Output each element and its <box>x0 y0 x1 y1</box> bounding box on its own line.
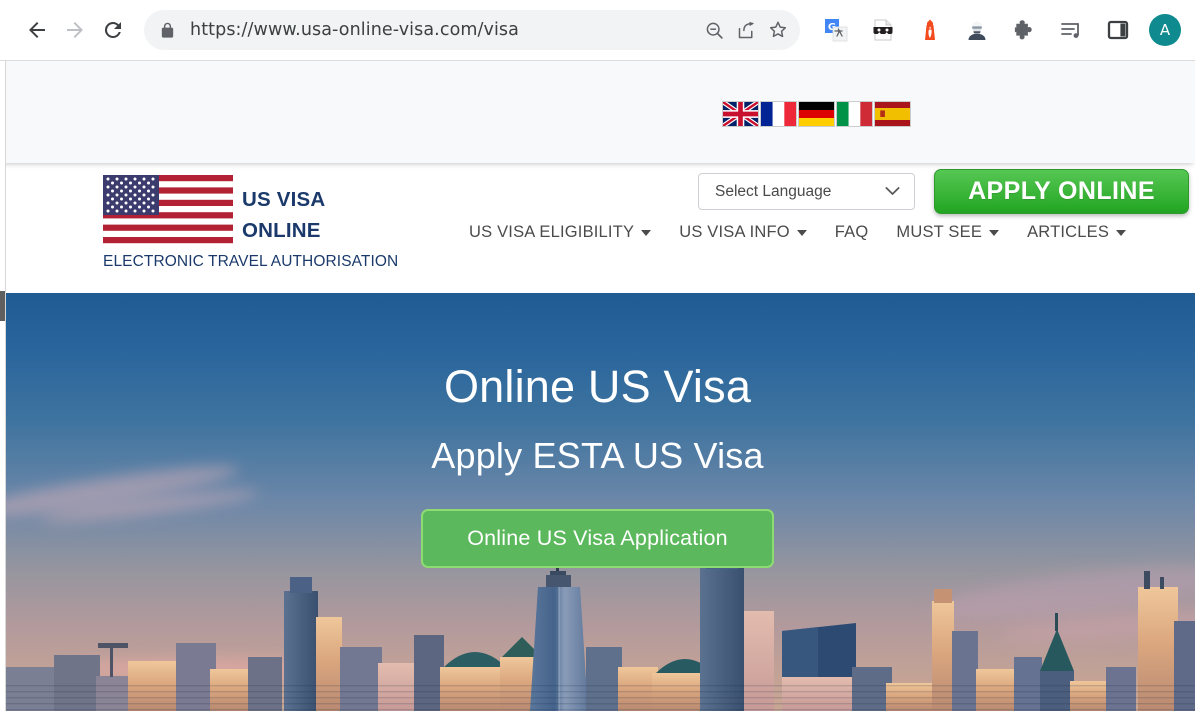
reading-list-music-icon[interactable] <box>1047 10 1094 50</box>
utility-bar: Select Language APPLY ONLINE <box>0 61 1195 214</box>
address-bar[interactable]: https://www.usa-online-visa.com/visa <box>144 10 800 50</box>
nav-label: US VISA INFO <box>679 223 790 241</box>
flag-spain[interactable] <box>874 101 911 127</box>
reload-button[interactable] <box>94 11 132 49</box>
language-select-value: Select Language <box>715 182 832 200</box>
us-flag-icon <box>103 175 233 251</box>
forward-button[interactable] <box>56 11 94 49</box>
flag-france[interactable] <box>760 101 797 127</box>
hero-subtitle: Apply ESTA US Visa <box>431 434 764 476</box>
flag-germany[interactable] <box>798 101 835 127</box>
chevron-down-icon <box>641 229 652 236</box>
chevron-down-icon <box>796 229 807 236</box>
nav-label: MUST SEE <box>896 223 983 241</box>
profile-avatar[interactable]: A <box>1149 14 1181 46</box>
chevron-down-icon <box>885 183 900 201</box>
flag-italy[interactable] <box>836 101 873 127</box>
nav-label: US VISA ELIGIBILITY <box>469 223 635 241</box>
brand-line-2: ONLINE <box>242 219 321 242</box>
nav-label: ARTICLES <box>1027 223 1110 241</box>
nav-item-us-visa-eligibility[interactable]: US VISA ELIGIBILITY <box>455 215 665 250</box>
nav-item-must-see[interactable]: MUST SEE <box>882 215 1013 250</box>
nav-item-faq[interactable]: FAQ <box>821 215 883 250</box>
bookmark-star-icon[interactable] <box>762 14 794 46</box>
main-navigation: US VISA ELIGIBILITY US VISA INFO FAQ MUS… <box>455 215 1140 250</box>
arrow-left-icon <box>29 22 45 38</box>
scrollbar-track[interactable] <box>0 61 6 711</box>
tab-strip-remnant <box>0 0 300 3</box>
scrollbar-thumb[interactable] <box>0 291 5 321</box>
nav-item-us-visa-info[interactable]: US VISA INFO <box>665 215 821 250</box>
arrow-right-icon <box>67 22 83 38</box>
brand-line-1: US VISA <box>242 188 326 211</box>
share-icon[interactable] <box>730 14 762 46</box>
apply-online-button[interactable]: APPLY ONLINE <box>934 169 1189 214</box>
chevron-down-icon <box>989 229 1000 236</box>
padlock-icon <box>152 15 182 45</box>
nav-item-articles[interactable]: ARTICLES <box>1013 215 1140 250</box>
extensions-tray: G A <box>806 10 1185 50</box>
web-page: Select Language APPLY ONLINE US VISA ONL… <box>0 61 1195 711</box>
side-panel-icon[interactable] <box>1094 10 1141 50</box>
zoom-out-icon[interactable] <box>698 14 730 46</box>
hero-content: Online US Visa Apply ESTA US Visa Online… <box>0 293 1195 568</box>
hero-title: Online US Visa <box>443 361 752 412</box>
puzzle-extensions-icon[interactable] <box>1000 10 1047 50</box>
url-text: https://www.usa-online-visa.com/visa <box>190 20 519 40</box>
browser-toolbar: https://www.usa-online-visa.com/visa G A <box>0 0 1195 61</box>
language-select[interactable]: Select Language <box>698 173 915 210</box>
hero-banner: Online US Visa Apply ESTA US Visa Online… <box>0 293 1195 711</box>
nav-label: FAQ <box>834 223 869 241</box>
brand-logo[interactable]: US VISA ONLINE ELECTRONIC TRAVEL AUTHORI… <box>103 175 403 271</box>
hero-cta-button[interactable]: Online US Visa Application <box>421 508 774 568</box>
avatar-person-icon[interactable] <box>953 10 1000 50</box>
reload-icon <box>104 21 121 38</box>
lighthouse-icon[interactable] <box>906 10 953 50</box>
brand-wordmark: US VISA ONLINE <box>233 175 325 246</box>
masked-document-icon[interactable] <box>859 10 906 50</box>
chevron-down-icon <box>1116 229 1127 236</box>
brand-subtitle: ELECTRONIC TRAVEL AUTHORISATION <box>103 253 399 270</box>
google-translate-icon[interactable]: G <box>812 10 859 50</box>
flag-uk[interactable] <box>722 101 759 127</box>
language-flags <box>722 101 911 127</box>
browser-window: https://www.usa-online-visa.com/visa G A… <box>0 0 1195 711</box>
back-button[interactable] <box>18 11 56 49</box>
